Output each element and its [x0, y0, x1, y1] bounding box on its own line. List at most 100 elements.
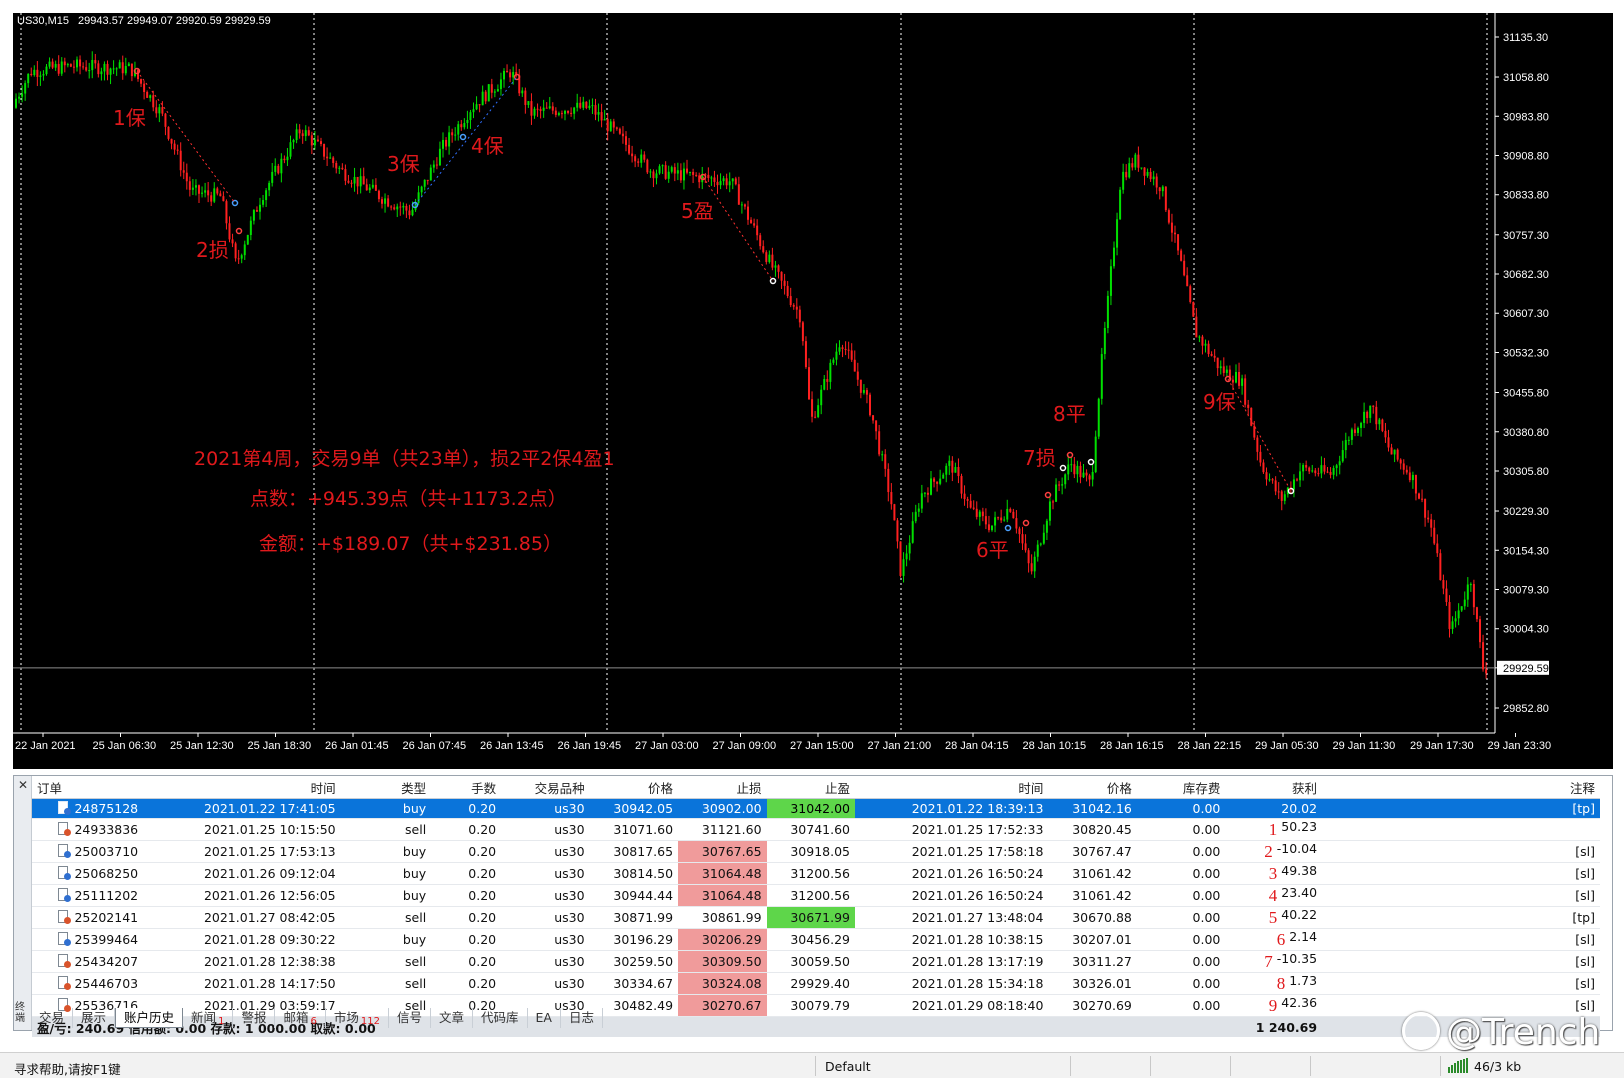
bull-candle [1094, 436, 1097, 473]
column-header[interactable]: 时间 [855, 778, 1049, 799]
sell-order-icon [58, 954, 72, 969]
bull-candle [1036, 544, 1039, 557]
tab-11[interactable]: 日志 [561, 1008, 603, 1028]
bear-candle [1000, 517, 1003, 521]
tab-1[interactable]: 展示 [73, 1008, 116, 1028]
bull-candle [740, 204, 743, 206]
profit-value: 23.40 [1281, 885, 1318, 901]
cell-type: buy [340, 928, 432, 952]
table-row[interactable]: 25068250 2021.01.26 09:12:04 buy 0.20 us30 30… [32, 862, 1600, 886]
bear-candle [426, 179, 429, 181]
table-row[interactable]: 25003710 2021.01.25 17:53:13 buy 0.20 us30 30… [32, 840, 1600, 864]
column-header[interactable]: 获利 [1225, 778, 1323, 799]
bull-candle [487, 84, 490, 102]
cell-close-time: 2021.01.28 13:17:19 [855, 950, 1049, 974]
bear-candle [1390, 447, 1393, 455]
tab-9[interactable]: 代码库 [473, 1008, 528, 1028]
bear-candle [310, 135, 313, 146]
cell-close-time: 2021.01.26 16:50:24 [855, 862, 1049, 886]
bear-candle [1195, 316, 1198, 338]
tab-5[interactable]: 邮箱 6 [275, 1008, 326, 1028]
column-header[interactable]: 止盈 [766, 778, 855, 799]
tab-label: 警报 [241, 1010, 267, 1025]
cell-type: sell [340, 818, 432, 842]
bull-candle [268, 182, 271, 191]
cell-order: 24875128 [32, 798, 144, 820]
cell-close-price: 31061.42 [1048, 862, 1137, 886]
table-row[interactable]: 25111202 2021.01.26 12:56:05 buy 0.20 us30 30… [32, 884, 1600, 908]
column-header[interactable]: 手数 [431, 778, 502, 799]
tab-0[interactable]: 交易 [31, 1008, 74, 1028]
cell-close-time: 2021.01.28 15:34:18 [855, 972, 1049, 996]
candlestick-chart[interactable]: 31135.30 31058.80 30983.80 30908.80 30833.80… [13, 13, 1613, 769]
cell-profit: 5 40.22 [1225, 906, 1323, 930]
bear-candle [307, 130, 310, 136]
column-header[interactable]: 库存费 [1136, 778, 1226, 799]
bear-candle [890, 492, 893, 505]
table-row[interactable]: 25434207 2021.01.28 12:38:38 sell 0.20 us30 3… [32, 950, 1600, 974]
cell-close-time: 2021.01.27 13:48:04 [855, 906, 1049, 930]
column-header[interactable]: 注释 [1322, 778, 1600, 799]
bear-candle [283, 158, 286, 161]
bull-candle [1338, 461, 1341, 466]
table-row[interactable]: 24875128 2021.01.22 17:41:05 buy 0.20 us30 30… [32, 798, 1600, 820]
bull-candle [942, 474, 945, 479]
tab-4[interactable]: 警报 [233, 1008, 276, 1028]
cell-close-price: 31061.42 [1048, 884, 1137, 908]
cell-tp: 30918.05 [766, 840, 855, 864]
column-header[interactable]: 止损 [678, 778, 767, 799]
bull-candle [881, 454, 884, 456]
bear-candle [621, 133, 624, 137]
tab-3[interactable]: 新闻 1 [183, 1008, 234, 1028]
table-row[interactable]: 24933836 2021.01.25 10:15:50 sell 0.20 us30 3… [32, 818, 1600, 842]
bear-candle [82, 66, 85, 68]
cell-price: 31071.60 [589, 818, 679, 842]
bear-candle [176, 149, 179, 151]
bear-candle [1265, 472, 1268, 480]
bear-candle [36, 69, 39, 77]
bear-candle [237, 258, 240, 260]
column-header[interactable]: 订单 [32, 778, 144, 799]
bull-candle [1045, 520, 1048, 533]
price-tick-label: 30757.30 [1503, 230, 1549, 242]
close-icon[interactable]: ✕ [18, 778, 28, 792]
bear-candle [1058, 484, 1061, 486]
bear-candle [753, 223, 756, 226]
bear-candle [1256, 437, 1259, 452]
cell-price: 30259.50 [589, 950, 679, 974]
column-header[interactable]: 时间 [143, 778, 341, 799]
bear-candle [847, 349, 850, 351]
bear-candle [1405, 469, 1408, 473]
tab-8[interactable]: 文章 [431, 1008, 473, 1028]
column-header[interactable]: 类型 [340, 778, 432, 799]
table-row[interactable]: 25202141 2021.01.27 08:42:05 sell 0.20 us30 3… [32, 906, 1600, 930]
bear-candle [1317, 473, 1320, 475]
bear-candle [1164, 186, 1167, 211]
cell-profit: 3 49.38 [1225, 862, 1323, 886]
column-header[interactable]: 交易品种 [501, 778, 590, 799]
price-chart[interactable]: 31135.30 31058.80 30983.80 30908.80 30833.80… [13, 13, 1613, 769]
column-header[interactable]: 价格 [589, 778, 679, 799]
cell-order: 25434207 [32, 950, 144, 974]
table-row[interactable]: 25399464 2021.01.28 09:30:22 buy 0.20 us30 30… [32, 928, 1600, 952]
bear-candle [987, 524, 990, 531]
column-header[interactable]: 价格 [1048, 778, 1137, 799]
tab-label: 市场 [333, 1010, 359, 1025]
bull-candle [557, 113, 560, 115]
bear-candle [1170, 222, 1173, 233]
trade-number-annotation: 1 [1268, 820, 1278, 840]
bear-candle [560, 113, 563, 115]
time-tick-label: 29 Jan 17:30 [1410, 740, 1474, 752]
tab-6[interactable]: 市场 112 [326, 1008, 389, 1028]
table-row[interactable]: 25446703 2021.01.28 14:17:50 sell 0.20 us30 3… [32, 972, 1600, 996]
cell-price: 30817.65 [589, 840, 679, 864]
tab-7[interactable]: 信号 [389, 1008, 431, 1028]
bear-candle [1079, 465, 1082, 478]
cell-close-time: 2021.01.26 16:50:24 [855, 884, 1049, 908]
bull-candle [286, 156, 289, 161]
status-separator [1230, 1056, 1231, 1076]
bear-candle [926, 492, 929, 495]
bull-candle [655, 173, 658, 179]
tab-10[interactable]: EA [528, 1008, 561, 1028]
tab-2[interactable]: 账户历史 [115, 1008, 184, 1028]
